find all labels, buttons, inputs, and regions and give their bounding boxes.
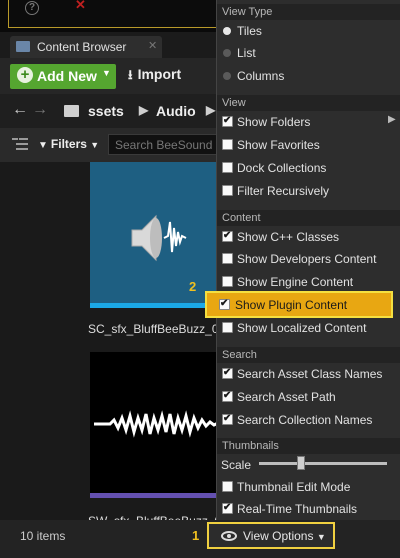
dropdown-arrow-icon: ▼ — [102, 68, 111, 78]
menu-item-label: Show C++ Classes — [237, 230, 340, 244]
menu-item-tiles[interactable]: Tiles — [217, 20, 400, 42]
filter-icon: ▼ — [38, 140, 48, 151]
section-header-view: View — [217, 95, 400, 111]
tab-close-icon[interactable]: ✕ — [148, 39, 157, 52]
checkbox-icon — [222, 322, 233, 333]
menu-item-show-favorites[interactable]: Show Favorites — [217, 134, 400, 156]
checkbox-icon — [222, 253, 233, 264]
menu-item-show-folders[interactable]: Show Folders ▶ — [217, 111, 400, 133]
menu-item-label: Search Asset Path — [237, 390, 336, 404]
slider-thumb[interactable] — [297, 456, 305, 470]
breadcrumb-separator-icon[interactable]: ▶ — [206, 103, 215, 117]
tab-content-browser[interactable]: Content Browser ✕ — [10, 36, 162, 58]
forward-arrow-icon[interactable]: → — [32, 101, 48, 119]
menu-item-scale[interactable]: Scale — [217, 454, 400, 476]
eye-icon — [221, 531, 237, 541]
view-options-menu: View Type Tiles List Columns View Show F… — [216, 0, 400, 520]
import-button[interactable]: ⭳ Import — [128, 66, 181, 88]
scale-slider[interactable] — [259, 456, 387, 470]
menu-item-show-plugin-content[interactable]: Show Plugin Content — [205, 291, 393, 318]
sources-panel-icon[interactable] — [12, 137, 28, 151]
plus-icon: + — [17, 67, 33, 83]
menu-item-label: Dock Collections — [237, 161, 327, 175]
asset-name: SC_sfx_BluffBeeBuzz_0 — [88, 322, 219, 336]
menu-item-label: Show Engine Content — [237, 275, 354, 289]
menu-item-label: Search Asset Class Names — [237, 367, 383, 381]
menu-item-dock-collections[interactable]: Dock Collections — [217, 157, 400, 179]
chevron-down-icon: ▼ — [316, 532, 326, 542]
menu-item-search-collection-names[interactable]: Search Collection Names — [217, 409, 400, 431]
menu-item-label: Show Localized Content — [237, 321, 367, 335]
breadcrumb-separator-icon[interactable]: ▶ — [139, 103, 148, 117]
view-options-label: View Options — [243, 529, 314, 543]
status-bar: 10 items 1 View Options ▼ — [0, 520, 400, 558]
item-count: 10 items — [20, 529, 66, 543]
checkbox-icon — [222, 230, 233, 242]
checkbox-icon — [222, 139, 233, 150]
menu-item-label: Search Collection Names — [237, 413, 373, 427]
checkbox-icon — [222, 276, 233, 287]
menu-item-label: Thumbnail Edit Mode — [237, 480, 351, 494]
checkbox-icon — [222, 502, 233, 514]
menu-item-label: Filter Recursively — [237, 184, 330, 198]
checkbox-icon — [222, 413, 233, 425]
section-header-thumbnails: Thumbnails — [217, 438, 400, 454]
import-label: Import — [137, 66, 182, 82]
view-options-button[interactable]: View Options ▼ — [207, 522, 335, 549]
tab-label: Content Browser — [37, 40, 127, 54]
step-number-2: 2 — [189, 279, 197, 294]
filters-button[interactable]: ▼ Filters ▼ — [38, 137, 99, 151]
radio-icon — [223, 72, 231, 80]
menu-item-label: List — [237, 46, 256, 60]
content-browser-icon — [16, 41, 30, 52]
add-new-label: Add New — [37, 68, 97, 84]
help-icon[interactable]: ? — [25, 1, 39, 15]
menu-item-label: Show Plugin Content — [235, 298, 348, 312]
menu-item-show-cpp-classes[interactable]: Show C++ Classes — [217, 226, 400, 248]
menu-item-columns[interactable]: Columns — [217, 65, 400, 87]
checkbox-icon — [222, 367, 233, 379]
back-arrow-icon[interactable]: ← — [12, 101, 28, 119]
breadcrumb-assets[interactable]: ssets — [88, 103, 124, 119]
menu-item-thumbnail-edit-mode[interactable]: Thumbnail Edit Mode — [217, 476, 400, 498]
radio-icon — [223, 49, 231, 57]
menu-item-real-time-thumbnails[interactable]: Real-Time Thumbnails — [217, 498, 400, 520]
menu-item-search-asset-class-names[interactable]: Search Asset Class Names — [217, 363, 400, 385]
import-icon: ⭳ — [128, 67, 133, 82]
section-header-content: Content — [217, 210, 400, 226]
menu-item-label: Show Favorites — [237, 138, 320, 152]
section-header-search: Search — [217, 347, 400, 363]
breadcrumb-audio[interactable]: Audio — [156, 103, 196, 119]
close-icon[interactable]: ✕ — [75, 0, 86, 13]
checkbox-icon — [222, 162, 233, 173]
viewport-frame: ? ✕ — [8, 0, 228, 28]
checkbox-icon — [222, 115, 233, 127]
step-number-1: 1 — [192, 528, 200, 543]
checkbox-icon — [222, 185, 233, 196]
menu-item-label: Tiles — [237, 24, 262, 38]
menu-item-search-asset-path[interactable]: Search Asset Path — [217, 386, 400, 408]
checkbox-icon — [222, 390, 233, 402]
checkbox-icon — [219, 298, 230, 310]
menu-item-filter-recursively[interactable]: Filter Recursively — [217, 180, 400, 202]
menu-item-label: Show Developers Content — [237, 252, 377, 266]
menu-item-show-engine-content[interactable]: Show Engine Content — [217, 271, 400, 293]
menu-item-label: Show Folders — [237, 115, 311, 129]
menu-item-show-localized-content[interactable]: Show Localized Content — [217, 317, 400, 339]
radio-icon — [223, 27, 231, 35]
menu-item-label: Real-Time Thumbnails — [237, 502, 358, 516]
section-header-view-type: View Type — [217, 4, 400, 20]
menu-item-list[interactable]: List — [217, 42, 400, 64]
filters-label: Filters — [50, 137, 87, 151]
menu-item-label: Columns — [237, 69, 285, 83]
menu-item-show-developers-content[interactable]: Show Developers Content — [217, 248, 400, 270]
submenu-arrow-icon: ▶ — [388, 114, 396, 125]
checkbox-icon — [222, 481, 233, 492]
folder-icon[interactable] — [64, 105, 79, 117]
add-new-button[interactable]: + Add New ▼ — [10, 64, 116, 89]
scale-label: Scale — [221, 458, 252, 472]
